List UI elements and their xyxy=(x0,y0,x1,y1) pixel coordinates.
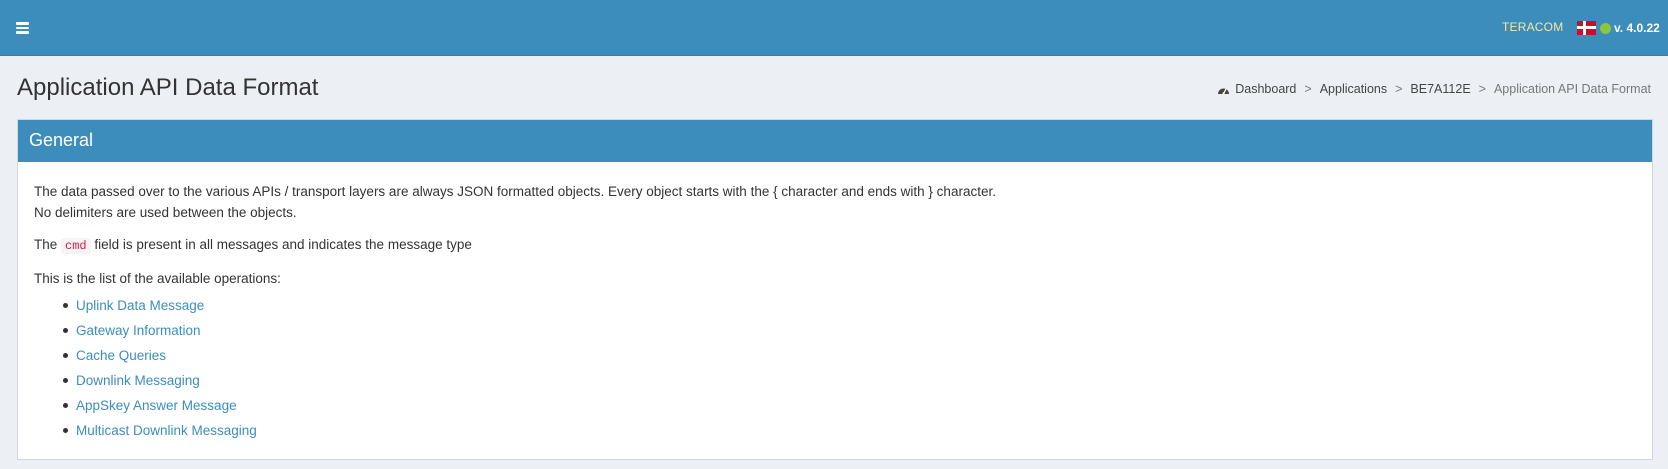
list-item: AppSkey Answer Message xyxy=(63,393,1636,418)
cmd-text-after: field is present in all messages and ind… xyxy=(94,237,472,252)
breadcrumb-applications[interactable]: Applications xyxy=(1320,82,1387,96)
intro-line-1: The data passed over to the various APIs… xyxy=(34,184,996,199)
breadcrumb-separator: > xyxy=(1304,82,1312,96)
breadcrumb-separator: > xyxy=(1478,82,1486,96)
cache-queries-link[interactable]: Cache Queries xyxy=(76,348,166,363)
breadcrumb-dashboard[interactable]: Dashboard xyxy=(1235,82,1296,96)
list-item: Gateway Information xyxy=(63,318,1636,343)
intro-paragraph: The data passed over to the various APIs… xyxy=(34,181,1636,223)
cmd-paragraph: The cmd field is present in all messages… xyxy=(34,234,1636,257)
list-item: Multicast Downlink Messaging xyxy=(63,418,1636,443)
operations-intro: This is the list of the available operat… xyxy=(34,271,281,286)
menu-toggle-icon[interactable] xyxy=(14,18,34,38)
breadcrumb-separator: > xyxy=(1395,82,1403,96)
appskey-answer-message-link[interactable]: AppSkey Answer Message xyxy=(76,398,237,413)
list-item: Downlink Messaging xyxy=(63,368,1636,393)
operations-list: Uplink Data Message Gateway Information … xyxy=(63,293,1636,443)
intro-line-2: No delimiters are used between the objec… xyxy=(34,205,297,220)
box-title: General xyxy=(29,130,94,150)
version-label: v. 4.0.22 xyxy=(1614,21,1660,35)
brand-label: TERACOM xyxy=(1502,20,1564,34)
dashboard-icon xyxy=(1218,88,1230,95)
uplink-data-message-link[interactable]: Uplink Data Message xyxy=(76,298,204,313)
box-header: General xyxy=(18,120,1652,162)
list-item: Cache Queries xyxy=(63,343,1636,368)
list-item: Uplink Data Message xyxy=(63,293,1636,318)
status-indicator-icon xyxy=(1600,23,1611,34)
cmd-code: cmd xyxy=(61,238,91,254)
general-box: General The data passed over to the vari… xyxy=(17,119,1653,460)
multicast-downlink-messaging-link[interactable]: Multicast Downlink Messaging xyxy=(76,423,257,438)
breadcrumb-current: Application API Data Format xyxy=(1493,82,1651,96)
breadcrumb-application-id[interactable]: BE7A112E xyxy=(1410,82,1470,96)
breadcrumb: Dashboard > Applications > BE7A112E > Ap… xyxy=(1217,82,1651,96)
downlink-messaging-link[interactable]: Downlink Messaging xyxy=(76,373,200,388)
denmark-flag-icon[interactable] xyxy=(1577,21,1596,35)
cmd-text-before: The xyxy=(34,237,58,252)
top-navbar: TERACOM v. 4.0.22 xyxy=(0,0,1668,56)
page-title: Application API Data Format xyxy=(17,74,319,101)
box-body: The data passed over to the various APIs… xyxy=(18,162,1652,443)
gateway-information-link[interactable]: Gateway Information xyxy=(76,323,201,338)
